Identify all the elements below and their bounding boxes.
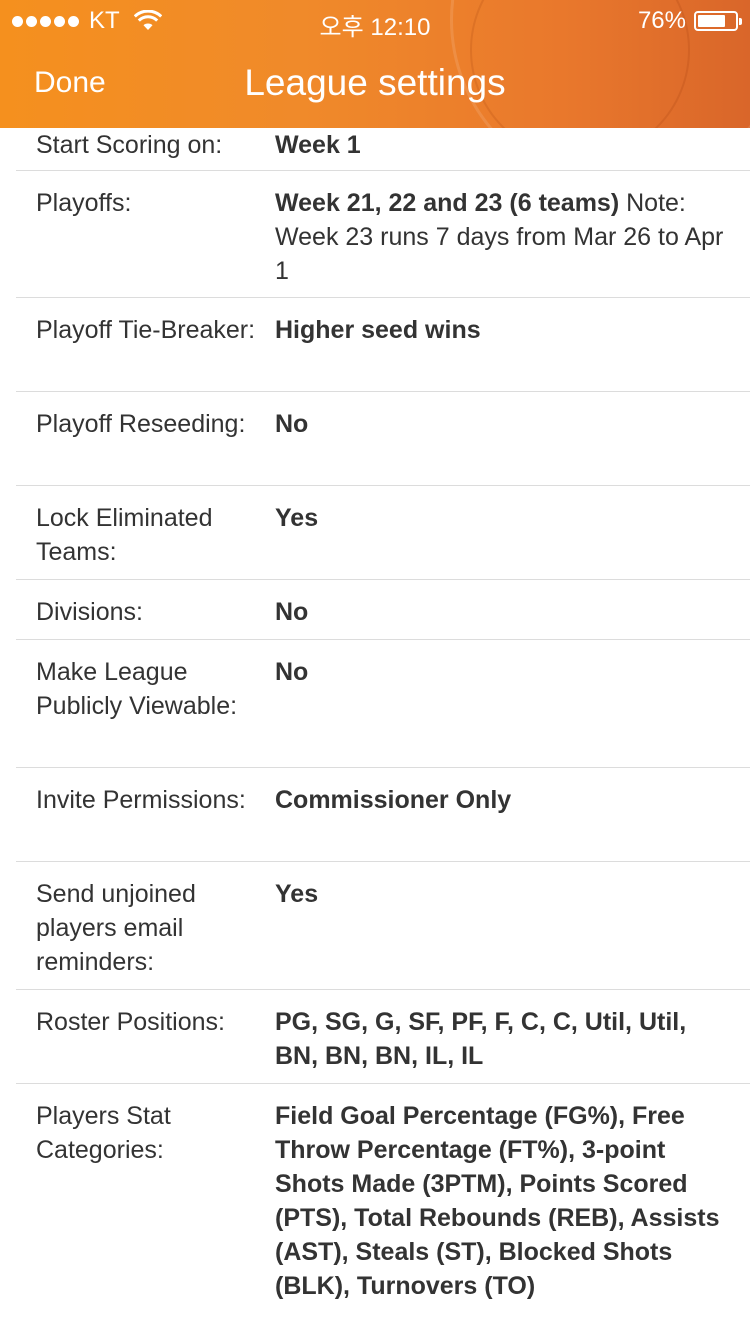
setting-value: Week 1 (275, 131, 361, 159)
settings-row-stat-categories: Players Stat Categories: Field Goal Perc… (0, 1084, 750, 1324)
battery-icon (694, 11, 742, 31)
settings-row-playoff-reseeding: Playoff Reseeding: No (0, 392, 750, 485)
setting-value: No (275, 658, 309, 686)
setting-value: Field Goal Percentage (FG%), Free Throw … (275, 1102, 720, 1300)
setting-value: Week 21, 22 and 23 (6 teams) Note: Week … (275, 189, 724, 285)
settings-row-email-reminders: Send unjoined players email reminders: Y… (0, 862, 750, 989)
setting-label: Make League Publicly Viewable: (36, 658, 238, 720)
setting-value: Higher seed wins (275, 316, 481, 344)
setting-value: Commissioner Only (275, 786, 512, 814)
settings-row-start-scoring: Start Scoring on: Week 1 (0, 128, 750, 170)
battery-percent: 76% (637, 7, 686, 34)
setting-label: Roster Positions: (36, 1008, 225, 1036)
setting-value: No (275, 598, 309, 626)
status-bar-right: 76% (637, 7, 742, 35)
setting-value: PG, SG, G, SF, PF, F, C, C, Util, Util, … (275, 1008, 687, 1070)
setting-label: Divisions: (36, 598, 143, 626)
settings-row-roster-positions: Roster Positions: PG, SG, G, SF, PF, F, … (0, 990, 750, 1083)
settings-row-divisions: Divisions: No (0, 580, 750, 639)
setting-label: Lock Eliminated Teams: (36, 504, 213, 566)
settings-row-publicly-viewable: Make League Publicly Viewable: No (0, 640, 750, 767)
setting-label: Playoff Reseeding: (36, 410, 246, 438)
setting-label: Playoff Tie-Breaker: (36, 316, 256, 344)
setting-label: Invite Permissions: (36, 786, 246, 814)
settings-list: Start Scoring on: Week 1 Playoffs: Week … (0, 128, 750, 1324)
settings-row-playoffs: Playoffs: Week 21, 22 and 23 (6 teams) N… (0, 171, 750, 297)
settings-row-invite-permissions: Invite Permissions: Commissioner Only (0, 768, 750, 861)
setting-value: Yes (275, 880, 319, 908)
page-title: League settings (244, 62, 506, 103)
status-bar: KT 오후 12:10 76% (0, 0, 750, 41)
setting-value: Yes (275, 504, 319, 532)
setting-label: Playoffs: (36, 189, 132, 217)
setting-label: Start Scoring on: (36, 131, 223, 159)
setting-label: Players Stat Categories: (36, 1102, 171, 1164)
settings-row-playoff-tie-breaker: Playoff Tie-Breaker: Higher seed wins (0, 298, 750, 391)
settings-row-lock-eliminated: Lock Eliminated Teams: Yes (0, 486, 750, 579)
battery-level-fill (698, 15, 726, 27)
nav-header: KT 오후 12:10 76% Done League settings (0, 0, 750, 128)
setting-value: No (275, 410, 309, 438)
setting-label: Send unjoined players email reminders: (36, 880, 196, 976)
